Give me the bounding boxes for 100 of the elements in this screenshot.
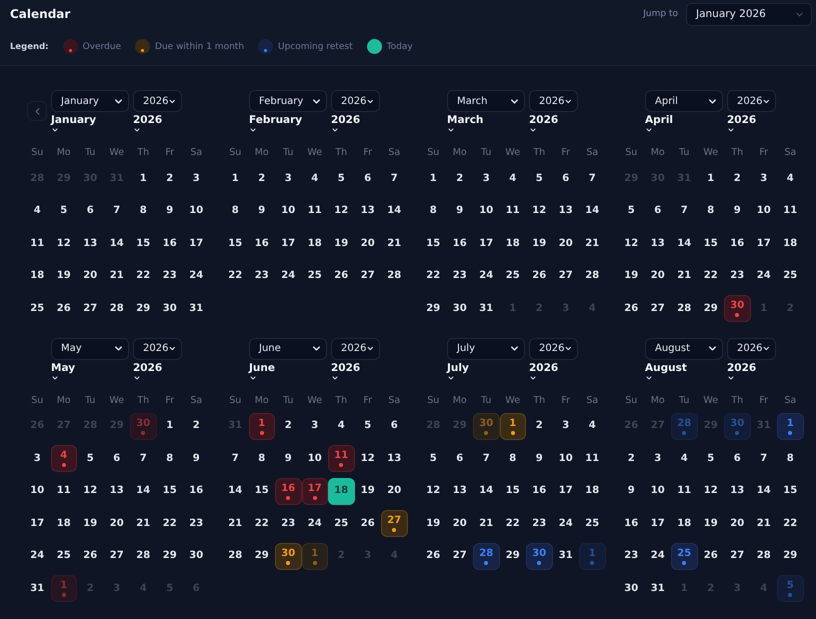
day-cell[interactable]: 28 xyxy=(671,295,698,322)
day-cell[interactable]: 9 xyxy=(446,198,473,224)
year-select[interactable]: 2026 xyxy=(727,338,776,360)
day-cell[interactable]: 26 xyxy=(526,262,552,290)
day-cell[interactable]: 12 xyxy=(354,445,381,472)
day-cell[interactable]: 4 xyxy=(302,165,328,192)
day-cell[interactable]: 16 xyxy=(183,478,210,504)
day-cell[interactable]: 9 xyxy=(618,478,644,504)
day-cell[interactable]: 2 xyxy=(183,412,210,440)
day-cell[interactable]: 19 xyxy=(526,230,552,257)
day-cell[interactable]: 8 xyxy=(156,445,183,472)
day-cell[interactable]: 6 xyxy=(77,198,104,224)
day-cell[interactable]: 1 xyxy=(130,165,156,192)
day-cell[interactable]: 25 xyxy=(777,262,804,290)
day-cell[interactable]: 22 xyxy=(698,262,724,290)
day-cell[interactable]: 11 xyxy=(777,198,804,224)
day-cell[interactable]: 18 xyxy=(50,510,77,537)
day-cell[interactable]: 4 xyxy=(328,412,354,440)
year-select[interactable]: 2026 xyxy=(529,90,578,112)
day-cell[interactable]: 19 xyxy=(618,262,644,290)
day-cell[interactable]: 19 xyxy=(354,478,381,504)
day-cell[interactable]: 27 xyxy=(381,510,408,537)
day-cell[interactable]: 1 xyxy=(420,165,446,192)
day-cell[interactable]: 2 xyxy=(724,165,750,192)
day-cell[interactable]: 3 xyxy=(473,165,500,192)
day-cell[interactable]: 7 xyxy=(671,198,698,224)
month-select[interactable]: March xyxy=(447,90,525,112)
day-cell[interactable]: 3 xyxy=(552,412,579,440)
day-cell[interactable]: 26 xyxy=(77,542,104,570)
year-select[interactable]: 2026 xyxy=(331,338,380,360)
day-cell[interactable]: 16 xyxy=(446,230,473,257)
day-cell[interactable]: 24 xyxy=(473,262,500,290)
day-cell[interactable]: 11 xyxy=(24,230,50,257)
day-cell[interactable]: 20 xyxy=(104,510,130,537)
day-cell[interactable]: 18 xyxy=(328,478,354,504)
day-cell[interactable]: 28 xyxy=(222,542,248,570)
day-cell[interactable]: 4 xyxy=(777,165,804,192)
day-cell[interactable]: 31 xyxy=(473,295,500,322)
day-cell[interactable]: 7 xyxy=(222,445,248,472)
day-cell[interactable]: 23 xyxy=(156,262,183,290)
day-cell[interactable]: 16 xyxy=(156,230,183,257)
month-select[interactable]: April xyxy=(645,90,723,112)
day-cell[interactable]: 8 xyxy=(420,198,446,224)
day-cell[interactable]: 28 xyxy=(130,542,156,570)
day-cell[interactable]: 5 xyxy=(354,412,381,440)
day-cell[interactable]: 14 xyxy=(104,230,130,257)
day-cell[interactable]: 31 xyxy=(24,575,50,602)
day-cell[interactable]: 20 xyxy=(381,478,408,504)
day-cell[interactable]: 14 xyxy=(579,198,606,224)
day-cell[interactable]: 30 xyxy=(156,295,183,322)
day-cell[interactable]: 28 xyxy=(473,542,500,570)
day-cell[interactable]: 28 xyxy=(381,262,408,290)
day-cell[interactable]: 13 xyxy=(77,230,104,257)
jump-to-select[interactable]: January 2026 xyxy=(686,2,812,26)
day-cell[interactable]: 5 xyxy=(698,445,724,472)
day-cell[interactable]: 17 xyxy=(473,230,500,257)
day-cell[interactable]: 19 xyxy=(420,510,446,537)
day-cell[interactable]: 1 xyxy=(222,165,248,192)
day-cell[interactable]: 19 xyxy=(328,230,354,257)
day-cell[interactable]: 11 xyxy=(500,198,526,224)
day-cell[interactable]: 29 xyxy=(156,542,183,570)
day-cell[interactable]: 29 xyxy=(500,542,526,570)
day-cell[interactable]: 11 xyxy=(302,198,328,224)
previous-month-button[interactable] xyxy=(27,101,47,121)
day-cell[interactable]: 6 xyxy=(724,445,750,472)
day-cell[interactable]: 26 xyxy=(354,510,381,537)
day-cell[interactable]: 30 xyxy=(618,575,644,602)
day-cell[interactable]: 9 xyxy=(275,445,302,472)
day-cell[interactable]: 25 xyxy=(328,510,354,537)
day-cell[interactable]: 24 xyxy=(552,510,579,537)
day-cell[interactable]: 19 xyxy=(77,510,104,537)
day-cell[interactable]: 22 xyxy=(222,262,248,290)
month-select[interactable]: June xyxy=(249,338,327,360)
day-cell[interactable]: 22 xyxy=(420,262,446,290)
day-cell[interactable]: 23 xyxy=(526,510,552,537)
day-cell[interactable]: 20 xyxy=(644,262,671,290)
day-cell[interactable]: 16 xyxy=(275,478,302,504)
day-cell[interactable]: 3 xyxy=(302,412,328,440)
day-cell[interactable]: 15 xyxy=(698,230,724,257)
day-cell[interactable]: 9 xyxy=(724,198,750,224)
day-cell[interactable]: 27 xyxy=(446,542,473,570)
day-cell[interactable]: 3 xyxy=(275,165,302,192)
day-cell[interactable]: 17 xyxy=(750,230,777,257)
day-cell[interactable]: 18 xyxy=(500,230,526,257)
day-cell[interactable]: 16 xyxy=(724,230,750,257)
day-cell[interactable]: 1 xyxy=(777,412,804,440)
day-cell[interactable]: 11 xyxy=(579,445,606,472)
day-cell[interactable]: 16 xyxy=(248,230,275,257)
day-cell[interactable]: 29 xyxy=(130,295,156,322)
day-cell[interactable]: 10 xyxy=(302,445,328,472)
day-cell[interactable]: 10 xyxy=(183,198,210,224)
day-cell[interactable]: 4 xyxy=(24,198,50,224)
day-cell[interactable]: 9 xyxy=(248,198,275,224)
day-cell[interactable]: 30 xyxy=(446,295,473,322)
day-cell[interactable]: 25 xyxy=(302,262,328,290)
day-cell[interactable]: 23 xyxy=(275,510,302,537)
day-cell[interactable]: 12 xyxy=(77,478,104,504)
month-select[interactable]: February xyxy=(249,90,327,112)
day-cell[interactable]: 29 xyxy=(698,295,724,322)
day-cell[interactable]: 1 xyxy=(500,412,526,440)
